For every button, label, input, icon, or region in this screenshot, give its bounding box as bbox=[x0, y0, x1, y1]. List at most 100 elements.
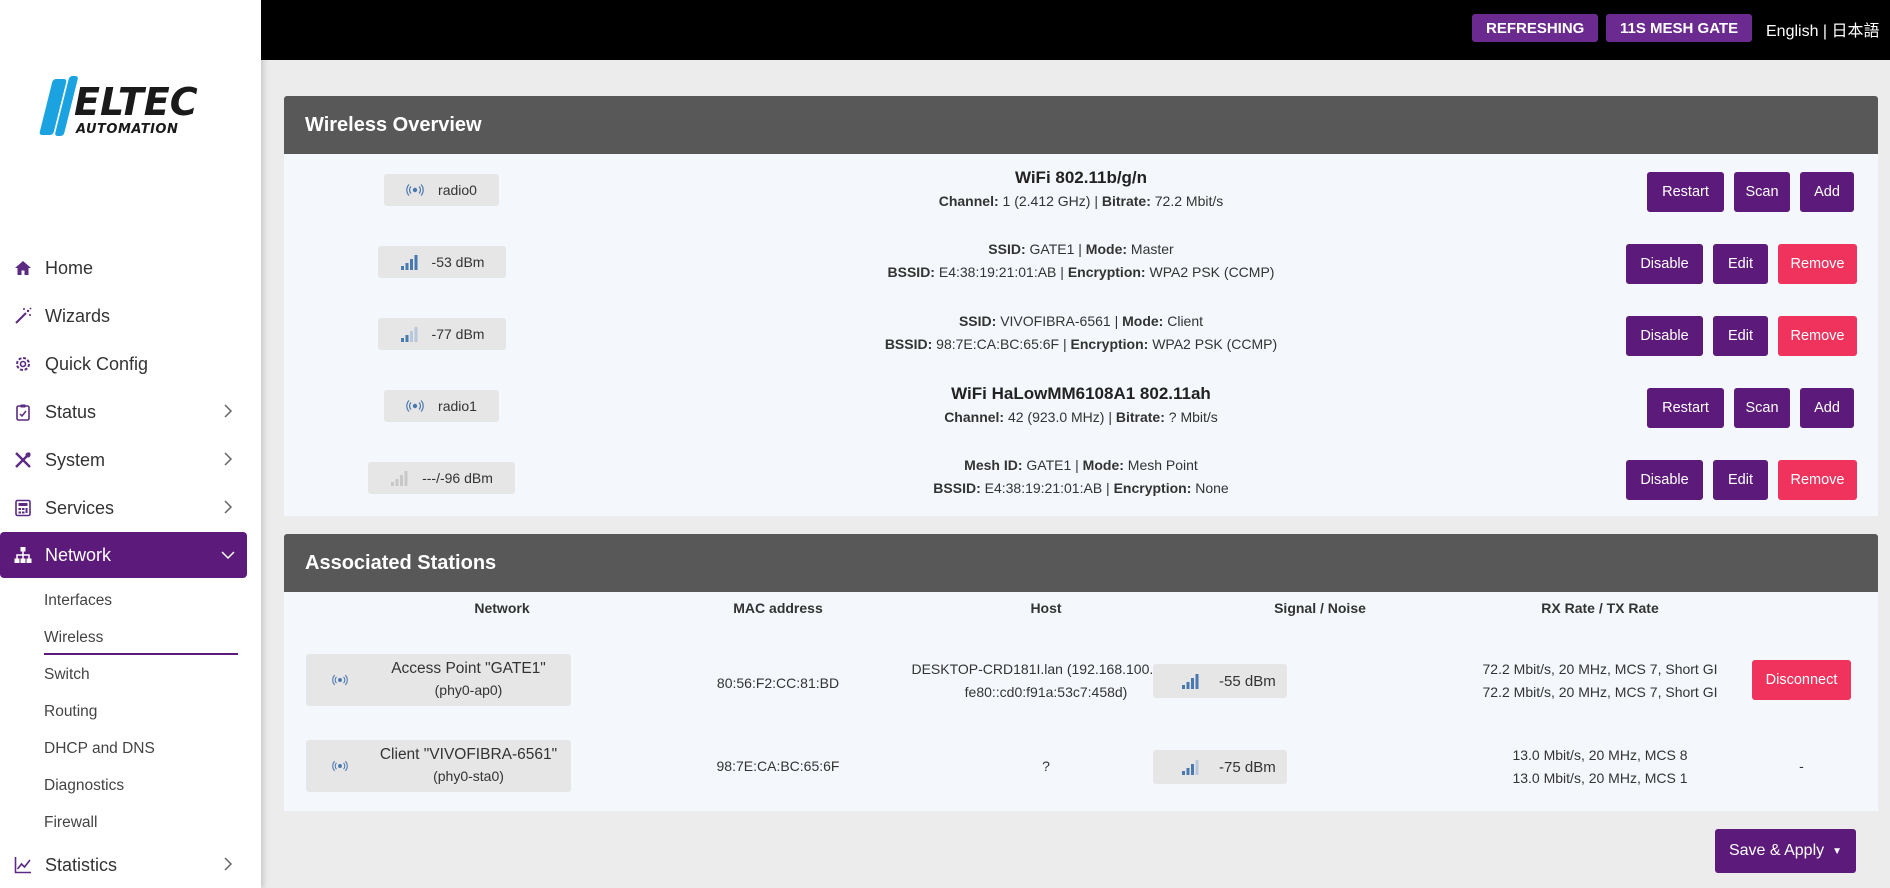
sidebar-subitem-dhcp-dns[interactable]: DHCP and DNS bbox=[44, 730, 261, 767]
label-encryption: Encryption: bbox=[1113, 480, 1192, 496]
signal-chip: -55 dBm bbox=[1153, 664, 1287, 698]
home-icon bbox=[14, 259, 32, 277]
label-bssid: BSSID: bbox=[933, 480, 981, 496]
heltec-logo[interactable]: ELTEC AUTOMATION bbox=[39, 76, 204, 142]
sidebar-item-statistics[interactable]: Statistics bbox=[0, 841, 261, 888]
label-encryption: Encryption: bbox=[1067, 264, 1146, 280]
network-interface: (phy0-sta0) bbox=[433, 768, 504, 784]
value-bssid: 98:7E:CA:BC:65:6F | bbox=[932, 336, 1071, 352]
sidebar-item-label: Services bbox=[45, 497, 115, 518]
disable-button[interactable]: Disable bbox=[1626, 316, 1703, 356]
value-ssid: VIVOFIBRA-6561 | bbox=[996, 313, 1123, 329]
edit-button[interactable]: Edit bbox=[1713, 316, 1768, 356]
value-ssid: GATE1 | bbox=[1025, 241, 1086, 257]
lang-english-link[interactable]: English bbox=[1766, 23, 1818, 40]
network-submenu: Interfaces Wireless Switch Routing DHCP … bbox=[0, 578, 261, 841]
sidebar-item-network[interactable]: Network bbox=[0, 532, 247, 578]
add-button[interactable]: Add bbox=[1800, 172, 1854, 212]
edit-button[interactable]: Edit bbox=[1713, 244, 1768, 284]
disable-button[interactable]: Disable bbox=[1626, 460, 1703, 500]
value-encryption: WPA2 PSK (CCMP) bbox=[1148, 336, 1278, 352]
lang-japanese-link[interactable]: 日本語 bbox=[1832, 23, 1880, 40]
top-bar: REFRESHING 11S MESH GATE English | 日本語 bbox=[261, 0, 1890, 60]
label-ssid: SSID: bbox=[988, 241, 1026, 257]
chevron-right-icon bbox=[224, 857, 233, 871]
signal-chip: -75 dBm bbox=[1153, 750, 1287, 784]
signal-value: -55 dBm bbox=[1219, 672, 1276, 690]
remove-button[interactable]: Remove bbox=[1778, 460, 1857, 500]
label-mesh-id: Mesh ID: bbox=[964, 457, 1023, 473]
value-mode: Mesh Point bbox=[1123, 457, 1198, 473]
sidebar-subitem-interfaces[interactable]: Interfaces bbox=[44, 582, 261, 619]
value-mesh-id: GATE1 | bbox=[1022, 457, 1083, 473]
logo-text: ELTEC bbox=[74, 80, 198, 124]
column-header-network: Network bbox=[474, 600, 530, 616]
restart-button[interactable]: Restart bbox=[1647, 388, 1724, 428]
remove-button[interactable]: Remove bbox=[1778, 244, 1857, 284]
network-name: Access Point "GATE1" bbox=[391, 660, 546, 677]
label-mode: Mode: bbox=[1082, 457, 1124, 473]
network-chip: Access Point "GATE1" (phy0-ap0) bbox=[306, 654, 571, 706]
section-title: Associated Stations bbox=[305, 551, 497, 574]
sidebar-item-quick-config[interactable]: Quick Config bbox=[0, 340, 261, 388]
add-button[interactable]: Add bbox=[1800, 388, 1854, 428]
remove-button[interactable]: Remove bbox=[1778, 316, 1857, 356]
radio-info: WiFi HaLowMM6108A1 802.11ah Channel: 42 … bbox=[284, 382, 1878, 429]
network-chip: Client "VIVOFIBRA-6561" (phy0-sta0) bbox=[306, 740, 571, 792]
sidebar-item-system[interactable]: System bbox=[0, 436, 261, 484]
value-encryption: None bbox=[1191, 480, 1229, 496]
sidebar-item-wizards[interactable]: Wizards bbox=[0, 292, 261, 340]
chevron-right-icon bbox=[224, 452, 233, 466]
label-channel: Channel: bbox=[938, 193, 999, 209]
label-bssid: BSSID: bbox=[884, 336, 933, 352]
radio-title: WiFi HaLowMM6108A1 802.11ah bbox=[951, 384, 1211, 403]
network-row: ---/-96 dBm Mesh ID: GATE1 | Mode: Mesh … bbox=[284, 442, 1878, 514]
calculator-icon bbox=[14, 499, 32, 517]
value-mode: Master bbox=[1127, 241, 1174, 257]
signal-strength-icon bbox=[1182, 674, 1199, 689]
scan-button[interactable]: Scan bbox=[1734, 388, 1790, 428]
signal-strength-icon bbox=[1182, 760, 1199, 775]
label-mode: Mode: bbox=[1085, 241, 1128, 257]
label-encryption: Encryption: bbox=[1070, 336, 1149, 352]
value-channel: 42 (923.0 MHz) | bbox=[1004, 409, 1116, 425]
sidebar-subitem-firewall[interactable]: Firewall bbox=[44, 804, 261, 841]
sidebar-item-status[interactable]: Status bbox=[0, 388, 261, 436]
restart-button[interactable]: Restart bbox=[1647, 172, 1724, 212]
edit-button[interactable]: Edit bbox=[1713, 460, 1768, 500]
wireless-overview-panel: radio0 WiFi 802.11b/g/n Channel: 1 (2.41… bbox=[284, 154, 1878, 516]
associated-stations-header: Associated Stations bbox=[284, 534, 1878, 592]
chevron-right-icon bbox=[224, 500, 233, 514]
sidebar-subitem-routing[interactable]: Routing bbox=[44, 693, 261, 730]
rate-cell: 72.2 Mbit/s, 20 MHz, MCS 7, Short GI 72.… bbox=[1400, 658, 1800, 704]
save-apply-button[interactable]: Save & Apply ▼ bbox=[1715, 829, 1856, 873]
refreshing-badge[interactable]: REFRESHING bbox=[1472, 14, 1599, 42]
tools-icon bbox=[14, 451, 32, 469]
associated-stations-panel: Network MAC address Host Signal / Noise … bbox=[284, 592, 1878, 811]
sidebar-subitem-diagnostics[interactable]: Diagnostics bbox=[44, 767, 261, 804]
network-icon bbox=[14, 546, 32, 564]
sidebar-item-home[interactable]: Home bbox=[0, 244, 261, 292]
wifi-radio-icon bbox=[332, 760, 348, 772]
sidebar-subitem-switch[interactable]: Switch bbox=[44, 656, 261, 693]
network-name: Client "VIVOFIBRA-6561" bbox=[379, 746, 558, 763]
logo-subtext: AUTOMATION bbox=[76, 122, 179, 137]
clipboard-icon bbox=[14, 403, 32, 421]
sidebar-item-label: Wizards bbox=[45, 305, 111, 326]
label-channel: Channel: bbox=[944, 409, 1005, 425]
sidebar-item-services[interactable]: Services bbox=[0, 484, 261, 532]
value-channel: 1 (2.412 GHz) | bbox=[998, 193, 1102, 209]
radio-row: radio0 WiFi 802.11b/g/n Channel: 1 (2.41… bbox=[284, 154, 1878, 226]
disconnect-button[interactable]: Disconnect bbox=[1752, 660, 1851, 700]
sidebar-item-label: Quick Config bbox=[45, 353, 149, 374]
chevron-right-icon bbox=[224, 404, 233, 418]
sidebar-subitem-wireless[interactable]: Wireless bbox=[44, 619, 261, 656]
radio-row: radio1 WiFi HaLowMM6108A1 802.11ah Chann… bbox=[284, 370, 1878, 442]
caret-down-icon: ▼ bbox=[1832, 845, 1843, 857]
scan-button[interactable]: Scan bbox=[1734, 172, 1790, 212]
lang-separator: | bbox=[1818, 23, 1832, 40]
save-apply-label: Save & Apply bbox=[1728, 842, 1825, 859]
network-row: -77 dBm SSID: VIVOFIBRA-6561 | Mode: Cli… bbox=[284, 298, 1878, 370]
disable-button[interactable]: Disable bbox=[1626, 244, 1703, 284]
mesh-gate-badge: 11S MESH GATE bbox=[1606, 14, 1753, 42]
